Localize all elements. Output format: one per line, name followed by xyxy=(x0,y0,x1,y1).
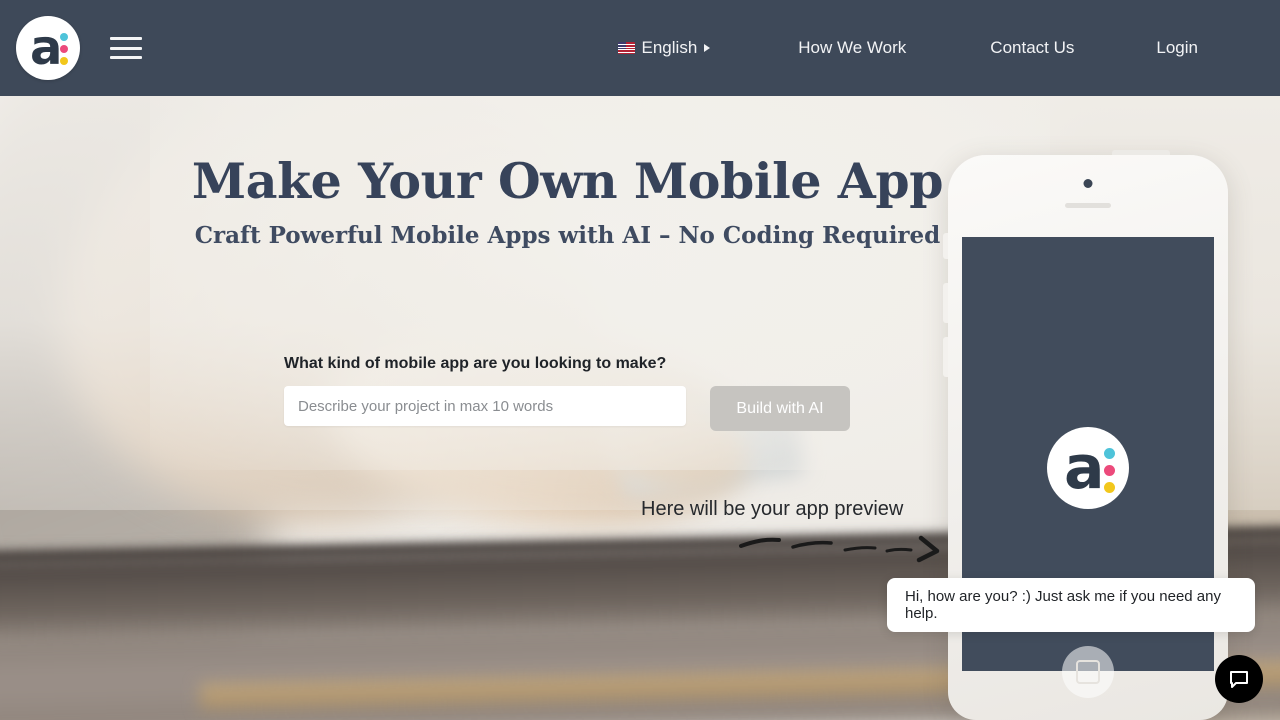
phone-volume-down-button xyxy=(943,337,948,377)
build-with-ai-button[interactable]: Build with AI xyxy=(710,386,850,431)
nav-item-contact-us[interactable]: Contact Us xyxy=(970,38,1094,58)
logo-dot-pink xyxy=(60,45,68,53)
nav-item-login[interactable]: Login xyxy=(1136,38,1218,58)
caret-right-icon xyxy=(704,44,711,52)
nav-item-language[interactable]: English xyxy=(598,38,731,58)
logo-dots xyxy=(60,33,68,65)
site-header: a English How We Work Contact Us Login xyxy=(0,0,1280,96)
chat-bubble-icon xyxy=(1230,671,1248,688)
app-splash-logo: a xyxy=(1047,427,1129,509)
phone-home-button xyxy=(1062,646,1114,698)
phone-volume-up-button xyxy=(943,283,948,323)
nav-item-language-label: English xyxy=(641,38,698,57)
logo-dot-cyan xyxy=(1104,448,1115,459)
logo-dot-yellow xyxy=(60,57,68,65)
logo-dot-cyan xyxy=(60,33,68,41)
chat-launcher-button[interactable] xyxy=(1215,655,1263,703)
page-title: Make Your Own Mobile App xyxy=(191,152,944,210)
logo-dot-yellow xyxy=(1104,482,1115,493)
chat-greeting-bubble[interactable]: Hi, how are you? :) Just ask me if you n… xyxy=(887,578,1255,632)
hand-drawn-arrow-right-icon xyxy=(739,535,940,563)
nav-item-how-we-work[interactable]: How We Work xyxy=(778,38,926,58)
us-flag-icon xyxy=(617,42,635,54)
hamburger-icon[interactable] xyxy=(110,37,142,59)
landing-page: a English How We Work Contact Us Login M… xyxy=(0,0,1280,720)
app-preview-hint: Here will be your app preview xyxy=(641,498,904,520)
chat-greeting-text: Hi, how are you? :) Just ask me if you n… xyxy=(905,588,1221,622)
logo-letter: a xyxy=(1064,433,1105,503)
brand-logo[interactable]: a xyxy=(16,16,80,80)
app-prompt-form: What kind of mobile app are you looking … xyxy=(284,355,850,431)
prompt-input[interactable] xyxy=(284,386,686,426)
logo-dot-pink xyxy=(1104,465,1115,476)
main-nav: English How We Work Contact Us Login xyxy=(598,38,1280,58)
page-subtitle: Craft Powerful Mobile Apps with AI – No … xyxy=(194,222,941,249)
logo-letter: a xyxy=(30,20,63,76)
prompt-label: What kind of mobile app are you looking … xyxy=(284,355,667,372)
logo-dots xyxy=(1104,448,1115,493)
